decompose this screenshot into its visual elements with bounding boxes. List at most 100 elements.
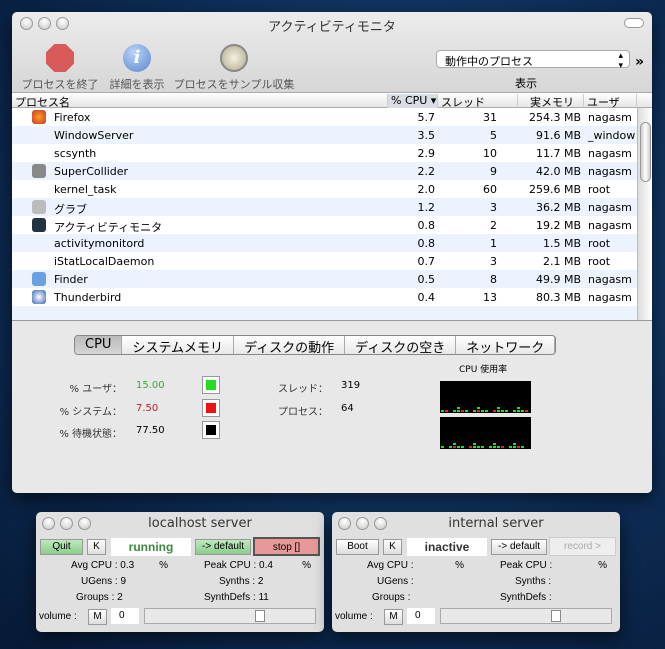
threads-value: 9 — [490, 165, 497, 178]
cpu-graph-bar — [517, 410, 520, 412]
close-button[interactable] — [338, 517, 351, 530]
volume-input[interactable]: 0 — [111, 608, 139, 624]
minimize-button[interactable] — [60, 517, 73, 530]
close-button[interactable] — [42, 517, 55, 530]
volume-slider-handle[interactable] — [551, 610, 561, 622]
synthdefs: SynthDefs : — [500, 592, 552, 603]
table-row[interactable]: Finder 0.5 8 49.9 MB nagasm — [12, 270, 637, 288]
process-name: Thunderbird — [54, 291, 122, 304]
mute-button[interactable]: M — [384, 609, 403, 625]
table-row[interactable]: scsynth 2.9 10 11.7 MB nagasm — [12, 144, 637, 162]
threads-value: 8 — [490, 273, 497, 286]
memory-value: 36.2 MB — [535, 201, 581, 214]
toolbar-toggle-button[interactable] — [624, 18, 644, 28]
cpu-graph-bar — [453, 410, 456, 412]
quit-process-button[interactable]: プロセスを終了 — [20, 44, 100, 92]
cpu-graph-bar — [513, 446, 516, 448]
cpu-graph-bar — [493, 443, 496, 445]
column-threads[interactable]: スレッド — [438, 94, 518, 109]
column-cpu[interactable]: % CPU ▾ — [388, 94, 438, 108]
window-title: localhost server — [148, 516, 252, 531]
table-row[interactable]: SuperCollider 2.2 9 42.0 MB nagasm — [12, 162, 637, 180]
process-name: SuperCollider — [54, 165, 129, 178]
process-filter-select[interactable]: 動作中のプロセス ▴ ▾ — [436, 50, 630, 71]
minimize-button[interactable] — [356, 517, 369, 530]
table-row[interactable]: iStatLocalDaemon 0.7 3 2.1 MB root — [12, 252, 637, 270]
record-button[interactable]: record > — [549, 537, 616, 556]
localhost-server-window: localhost server Quit K running -> defau… — [36, 512, 324, 632]
boot-button[interactable]: Boot — [336, 539, 379, 555]
user-value: nagasm — [588, 273, 632, 286]
tab-4[interactable]: ネットワーク — [456, 336, 556, 354]
peak-cpu-unit: % — [302, 560, 311, 571]
tab-0[interactable]: CPU — [75, 336, 123, 354]
threads-value: 3 — [490, 201, 497, 214]
cpu-graph-bar — [477, 446, 480, 448]
peak-cpu-unit: % — [598, 560, 607, 571]
finder-icon — [32, 272, 46, 286]
cpu-graph-bar — [513, 443, 516, 445]
cpu-graph-core-1 — [440, 381, 531, 413]
mute-button[interactable]: M — [88, 609, 107, 625]
tab-3[interactable]: ディスクの空き — [345, 336, 457, 354]
column-user[interactable]: ユーザ — [584, 94, 637, 109]
cpu-value: 2.9 — [417, 147, 436, 160]
cpu-value: 0.4 — [417, 291, 436, 304]
volume-input[interactable]: 0 — [407, 608, 435, 624]
table-row[interactable]: Firefox 5.7 31 254.3 MB nagasm — [12, 108, 637, 126]
system-color-swatch[interactable] — [202, 399, 220, 417]
cpu-graph-bar — [497, 410, 500, 412]
quit-button[interactable]: Quit — [40, 539, 83, 555]
cpu-graph-bar — [465, 410, 468, 412]
volume-slider[interactable] — [144, 608, 316, 624]
table-row[interactable]: kernel_task 2.0 60 259.6 MB root — [12, 180, 637, 198]
volume-slider[interactable] — [440, 608, 612, 624]
grab-icon — [32, 200, 46, 214]
cpu-value: 0.5 — [417, 273, 436, 286]
cpu-graph-bar — [441, 446, 444, 448]
table-row[interactable]: activitymonitord 0.8 1 1.5 MB root — [12, 234, 637, 252]
process-name: グラブ — [54, 203, 87, 216]
default-button[interactable]: -> default — [491, 539, 547, 555]
table-row[interactable]: アクティビティモニタ 0.8 2 19.2 MB nagasm — [12, 216, 637, 234]
sample-process-button[interactable]: プロセスをサンプル収集 — [172, 44, 296, 92]
kill-button[interactable]: K — [87, 539, 106, 555]
firefox-icon — [32, 110, 46, 124]
user-color-swatch[interactable] — [202, 376, 220, 394]
scrollbar[interactable] — [637, 108, 652, 320]
column-name[interactable]: プロセス名 — [12, 94, 388, 109]
overflow-chevron-icon[interactable]: » — [635, 54, 644, 70]
kill-button[interactable]: K — [383, 539, 402, 555]
user-value: root — [588, 183, 611, 196]
column-memory[interactable]: 実メモリ — [518, 94, 584, 109]
threads-value: 13 — [483, 291, 497, 304]
cpu-graph-bar — [445, 410, 448, 412]
table-row[interactable]: Thunderbird 0.4 13 80.3 MB nagasm — [12, 288, 637, 306]
cpu-graph-bar — [517, 407, 520, 409]
stop-sign-icon — [46, 44, 74, 72]
table-row[interactable] — [12, 306, 637, 320]
tab-2[interactable]: ディスクの動作 — [234, 336, 346, 354]
cpu-value: 2.0 — [417, 183, 436, 196]
user-value: nagasm — [588, 165, 632, 178]
scrollbar-thumb[interactable] — [640, 122, 651, 182]
record-button[interactable]: stop [] — [253, 537, 320, 556]
processes-value: 64 — [341, 403, 354, 414]
volume-label: volume : — [39, 611, 77, 622]
avg-cpu: Avg CPU : — [367, 560, 414, 571]
cpu-graph-bar — [521, 410, 524, 412]
show-label: 表示 — [515, 77, 537, 90]
server-status: running — [111, 538, 191, 556]
table-row[interactable]: グラブ 1.2 3 36.2 MB nagasm — [12, 198, 637, 216]
cpu-graph-bar — [489, 446, 492, 448]
idle-color-swatch[interactable] — [202, 421, 220, 439]
table-row[interactable]: WindowServer 3.5 5 91.6 MB _window — [12, 126, 637, 144]
volume-slider-handle[interactable] — [255, 610, 265, 622]
cpu-panel: CPU システムメモリ ディスクの動作 ディスクの空き ネットワーク % ユーザ： 15… — [12, 320, 652, 493]
tab-1[interactable]: システムメモリ — [122, 336, 235, 354]
cpu-graph-core-2 — [440, 417, 531, 449]
system-label: % システム： — [59, 407, 122, 418]
default-button[interactable]: -> default — [195, 539, 251, 555]
process-name: activitymonitord — [54, 237, 145, 250]
inspect-button[interactable]: i 詳細を表示 — [107, 44, 167, 92]
